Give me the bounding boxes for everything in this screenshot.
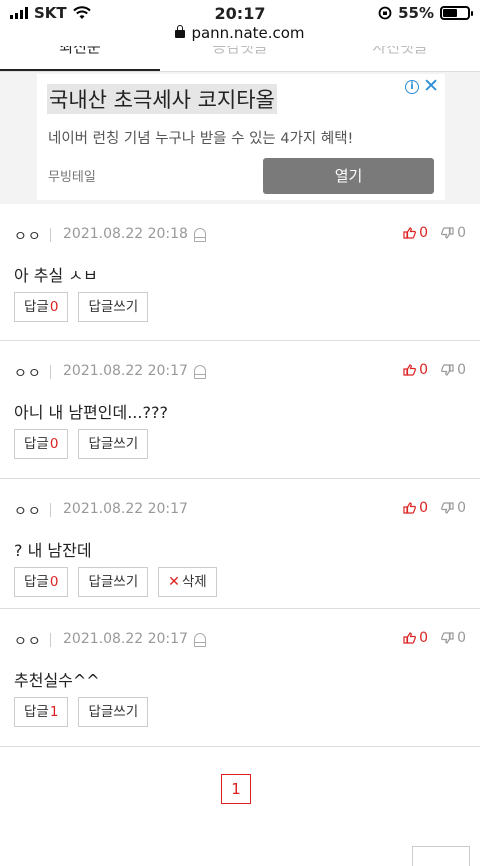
dislike-count: 0 [457, 225, 466, 241]
dislike-count: 0 [457, 362, 466, 378]
comment-actions: 답글 0 답글쓰기 ✕ 삭제 [14, 567, 217, 597]
comment-item: ㅇㅇ 2021.08.22 20:17 0 0 추천실수^^ 답글 1 답글쓰기 [0, 609, 480, 747]
reply-count: 0 [49, 436, 59, 452]
comment-item: ㅇㅇ 2021.08.22 20:18 0 0 아 추실 ㅅㅂ 답글 0 답글쓰기 [0, 204, 480, 341]
comment-date: 2021.08.22 20:18 [63, 226, 188, 242]
reply-count-button[interactable]: 답글 1 [14, 697, 69, 727]
write-reply-button[interactable]: 답글쓰기 [78, 429, 149, 459]
reply-count-button[interactable]: 답글 0 [14, 292, 69, 322]
dislike-button[interactable]: 0 [441, 500, 466, 516]
thumbs-down-icon [441, 502, 454, 514]
tab-latest[interactable]: 최신순 [0, 46, 160, 71]
reply-count: 1 [49, 704, 59, 720]
anonymous-user-icon [194, 228, 206, 242]
orientation-lock-icon [378, 6, 392, 20]
address-bar[interactable]: pann.nate.com [0, 24, 480, 46]
reply-count-button[interactable]: 답글 0 [14, 429, 69, 459]
page-number-current[interactable]: 1 [221, 774, 251, 804]
comment-text: 아 추실 ㅅㅂ [14, 266, 98, 285]
battery-icon [440, 6, 473, 20]
dislike-button[interactable]: 0 [441, 225, 466, 241]
delete-label: 삭제 [181, 574, 207, 590]
thumbs-down-icon [441, 364, 454, 376]
comment-text: 아니 내 남편인데...??? [14, 403, 168, 422]
anonymous-user-icon [194, 365, 206, 379]
comment-author: ㅇㅇ [14, 229, 42, 245]
comment-text: ? 내 남잔데 [14, 541, 92, 560]
comment-author: ㅇㅇ [14, 366, 42, 382]
reply-count-button[interactable]: 답글 0 [14, 567, 69, 597]
status-right: 55% [378, 4, 473, 22]
comment-actions: 답글 1 답글쓰기 [14, 697, 149, 727]
thumbs-up-icon [403, 227, 417, 239]
dislike-button[interactable]: 0 [441, 362, 466, 378]
thumbs-up-icon [403, 364, 417, 376]
like-button[interactable]: 0 [403, 500, 428, 516]
dislike-button[interactable]: 0 [441, 630, 466, 646]
reply-label: 답글 [24, 436, 49, 452]
reply-count: 0 [49, 574, 59, 590]
comment-item: ㅇㅇ 2021.08.22 20:17 0 0 ? 내 남잔데 답글 0 답글쓰기… [0, 479, 480, 609]
write-reply-button[interactable]: 답글쓰기 [78, 567, 149, 597]
dislike-count: 0 [457, 630, 466, 646]
divider [50, 633, 51, 647]
reply-count: 0 [49, 299, 59, 315]
thumbs-up-icon [403, 632, 417, 644]
like-count: 0 [419, 225, 428, 241]
ad-info-icon[interactable]: i [405, 80, 419, 94]
ad-advertiser: 무빙테일 [48, 170, 96, 185]
comment-date: 2021.08.22 20:17 [63, 631, 188, 647]
thumbs-down-icon [441, 632, 454, 644]
divider [50, 365, 51, 379]
tab-photo-comments[interactable]: 사진댓글 [320, 46, 480, 71]
like-button[interactable]: 0 [403, 362, 428, 378]
write-reply-button[interactable]: 답글쓰기 [78, 697, 149, 727]
battery-percent: 55% [398, 4, 434, 22]
comment-author: ㅇㅇ [14, 634, 42, 650]
like-count: 0 [419, 630, 428, 646]
anonymous-user-icon [194, 633, 206, 647]
comment-date: 2021.08.22 20:17 [63, 501, 188, 517]
reply-label: 답글 [24, 704, 49, 720]
delete-x-icon: ✕ [168, 574, 180, 590]
reply-label: 답글 [24, 299, 49, 315]
comment-actions: 답글 0 답글쓰기 [14, 429, 149, 459]
comment-author: ㅇㅇ [14, 504, 42, 520]
like-button[interactable]: 0 [403, 225, 428, 241]
reply-label: 답글 [24, 574, 49, 590]
ad-container: 국내산 초극세사 코지타올 네이버 런칭 기념 누구나 받을 수 있는 4가지 … [0, 72, 480, 204]
write-reply-button[interactable]: 답글쓰기 [78, 292, 149, 322]
comment-item: ㅇㅇ 2021.08.22 20:17 0 0 아니 내 남편인데...??? … [0, 341, 480, 479]
ad-open-button[interactable]: 열기 [263, 158, 434, 194]
divider [50, 503, 51, 517]
tab-most-liked[interactable]: 공감댓글 [160, 46, 320, 71]
lock-icon [175, 25, 186, 38]
comment-date: 2021.08.22 20:17 [63, 363, 188, 379]
ad-title[interactable]: 국내산 초극세사 코지타올 [47, 84, 277, 114]
ad-close-icon[interactable]: ✕ [423, 77, 439, 96]
divider [50, 228, 51, 242]
url-text: pann.nate.com [191, 24, 305, 42]
ad-banner[interactable]: 국내산 초극세사 코지타올 네이버 런칭 기념 누구나 받을 수 있는 4가지 … [37, 74, 445, 200]
comment-actions: 답글 0 답글쓰기 [14, 292, 149, 322]
thumbs-down-icon [441, 227, 454, 239]
thumbs-up-icon [403, 502, 417, 514]
comment-sort-tabs: 최신순 공감댓글 사진댓글 [0, 46, 480, 72]
ad-description[interactable]: 네이버 런칭 기념 누구나 받을 수 있는 4가지 혜택! [48, 127, 353, 148]
dislike-count: 0 [457, 500, 466, 516]
like-count: 0 [419, 500, 428, 516]
comment-text: 추천실수^^ [14, 671, 100, 690]
delete-button[interactable]: ✕ 삭제 [158, 567, 217, 597]
like-button[interactable]: 0 [403, 630, 428, 646]
like-count: 0 [419, 362, 428, 378]
bottom-button-partial[interactable] [412, 846, 470, 866]
